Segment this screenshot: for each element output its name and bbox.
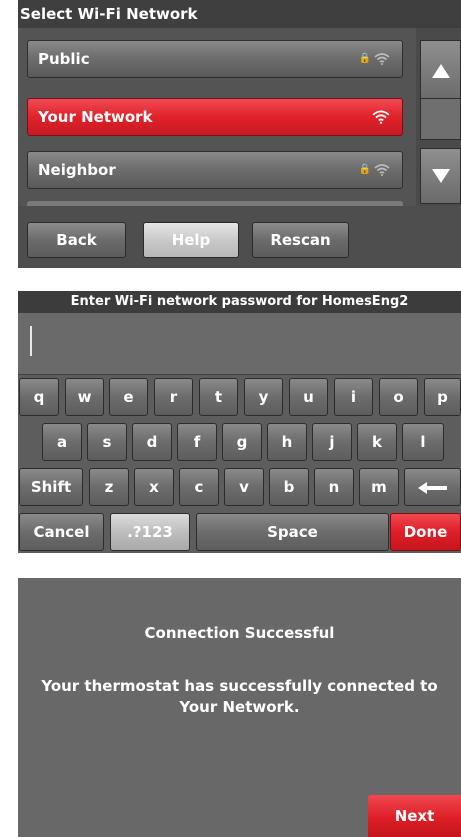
connection-success-screen: Connection Successful Your thermostat ha…	[18, 578, 461, 837]
wifi-select-bottom-bar: Back Help Rescan	[18, 206, 461, 268]
symbols-key[interactable]: .?123	[110, 513, 190, 551]
password-input[interactable]	[18, 313, 461, 375]
key-z[interactable]: z	[89, 468, 129, 506]
wifi-icon	[372, 110, 390, 124]
help-button[interactable]: Help	[143, 222, 239, 258]
key-m[interactable]: m	[359, 468, 399, 506]
network-name: Your Network	[38, 108, 153, 126]
done-button[interactable]: Done	[390, 513, 461, 551]
key-n[interactable]: n	[314, 468, 354, 506]
scroll-up-button[interactable]	[420, 40, 461, 102]
key-h[interactable]: h	[267, 423, 307, 461]
key-q[interactable]: q	[19, 378, 59, 416]
next-button[interactable]: Next	[368, 795, 461, 837]
key-k[interactable]: k	[357, 423, 397, 461]
connection-title: Connection Successful	[144, 624, 335, 642]
key-w[interactable]: w	[65, 378, 104, 416]
key-c[interactable]: c	[179, 468, 219, 506]
keyboard-row-2: a s d f g h j k l	[18, 420, 461, 464]
lock-icon: 🔒	[358, 164, 371, 175]
connection-message-line-2: Your Network.	[179, 698, 300, 716]
key-f[interactable]: f	[177, 423, 217, 461]
key-b[interactable]: b	[269, 468, 309, 506]
key-d[interactable]: d	[132, 423, 172, 461]
wifi-icon	[374, 53, 390, 65]
network-name: Public	[38, 50, 90, 68]
backspace-arrow-icon	[417, 481, 447, 494]
keyboard-row-1: q w e r t y u i o p	[18, 375, 461, 419]
network-scrollbar[interactable]	[416, 28, 461, 206]
key-backspace[interactable]	[404, 468, 461, 506]
keyboard-row-3: Shift z x c v b n m	[18, 465, 461, 509]
keyboard-row-4: Cancel .?123 Space Done	[18, 510, 461, 553]
connection-message: Your thermostat has successfully connect…	[18, 676, 461, 718]
key-r[interactable]: r	[154, 378, 193, 416]
triangle-down-icon	[431, 169, 450, 183]
rescan-button[interactable]: Rescan	[252, 222, 349, 258]
key-x[interactable]: x	[134, 468, 174, 506]
key-g[interactable]: g	[222, 423, 262, 461]
wifi-password-screen: Enter Wi-Fi network password for HomesEn…	[18, 291, 461, 553]
triangle-up-icon	[431, 64, 450, 78]
connection-message-line-1: Your thermostat has successfully connect…	[41, 677, 438, 695]
wifi-icon	[374, 164, 390, 176]
wifi-select-screen: Select Wi-Fi Network Public 🔒 Your Netwo…	[18, 0, 461, 268]
key-y[interactable]: y	[244, 378, 283, 416]
back-button[interactable]: Back	[27, 222, 126, 258]
network-name: Neighbor	[38, 161, 116, 179]
scroll-down-button[interactable]	[420, 148, 461, 204]
key-p[interactable]: p	[424, 378, 461, 416]
key-l[interactable]: l	[402, 423, 444, 461]
key-s[interactable]: s	[87, 423, 127, 461]
lock-icon: 🔒	[358, 53, 371, 64]
password-title: Enter Wi-Fi network password for HomesEn…	[18, 291, 461, 313]
key-i[interactable]: i	[334, 378, 373, 416]
key-t[interactable]: t	[199, 378, 238, 416]
key-v[interactable]: v	[224, 468, 264, 506]
text-caret	[30, 326, 32, 356]
key-a[interactable]: a	[42, 423, 82, 461]
space-key[interactable]: Space	[196, 513, 389, 551]
key-u[interactable]: u	[289, 378, 328, 416]
wifi-select-title: Select Wi-Fi Network	[18, 0, 461, 28]
key-e[interactable]: e	[109, 378, 148, 416]
scroll-thumb[interactable]	[420, 98, 461, 140]
key-shift[interactable]: Shift	[19, 468, 83, 506]
network-item-neighbor[interactable]: Neighbor 🔒	[27, 151, 403, 189]
cancel-button[interactable]: Cancel	[19, 513, 104, 551]
key-j[interactable]: j	[312, 423, 352, 461]
key-o[interactable]: o	[379, 378, 418, 416]
network-item-public[interactable]: Public 🔒	[27, 40, 403, 78]
network-list: Public 🔒 Your Network Neighbor 🔒	[18, 28, 416, 207]
network-item-your-network[interactable]: Your Network	[27, 98, 403, 136]
